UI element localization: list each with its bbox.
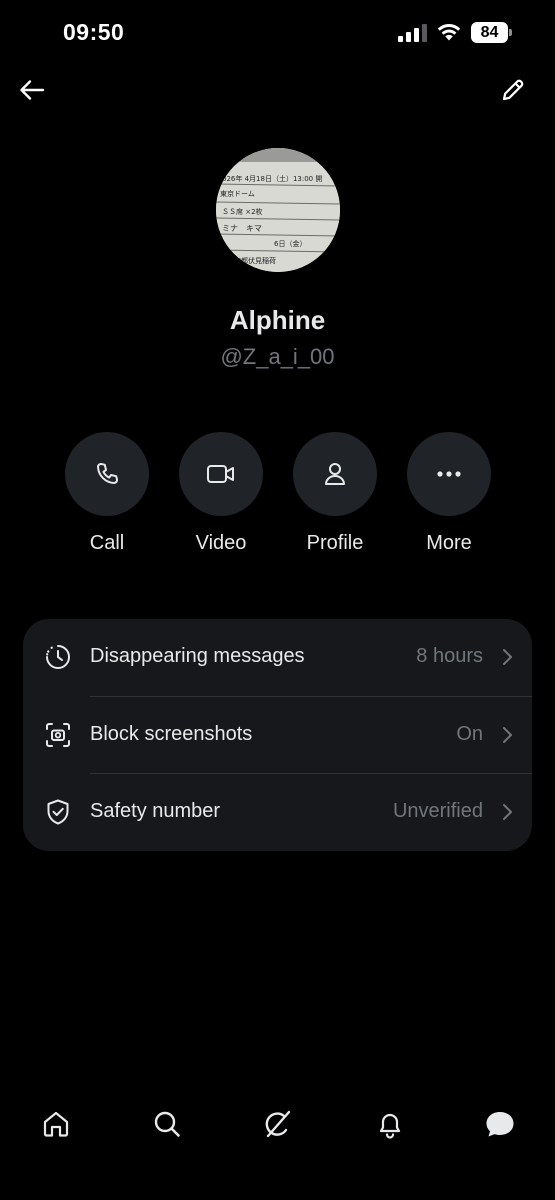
- call-label: Call: [89, 532, 125, 554]
- grok-icon: [265, 1110, 291, 1138]
- status-time: 09:50: [63, 19, 125, 45]
- search-icon: [154, 1111, 180, 1137]
- battery-indicator: 84: [471, 22, 513, 43]
- avatar[interactable]: 026年 4月18日（土）13:00 開 東京ドーム ＳＳ席 ×2枚 ミナ キマ…: [216, 148, 340, 272]
- phone-icon: [97, 463, 118, 484]
- status-bar: 09:50 84: [0, 0, 555, 66]
- block-screenshots-label: Block screenshots: [90, 723, 253, 745]
- camera-frame-icon: [46, 723, 70, 747]
- svg-text:東京ドーム: 東京ドーム: [220, 189, 255, 198]
- svg-text:ＳＳ席 ×2枚: ＳＳ席 ×2枚: [222, 207, 263, 216]
- nav-messages[interactable]: [482, 1106, 518, 1142]
- ticket-photo-avatar: 026年 4月18日（土）13:00 開 東京ドーム ＳＳ席 ×2枚 ミナ キマ…: [216, 148, 340, 272]
- timer-icon: [46, 645, 70, 669]
- wifi-icon: [437, 23, 461, 41]
- nav-grok[interactable]: [260, 1106, 296, 1142]
- chevron-right-icon: [503, 649, 512, 665]
- safety-number-row[interactable]: Safety number Unverified: [23, 774, 532, 851]
- profile-label: Profile: [306, 532, 364, 554]
- svg-text:ミナ キマ: ミナ キマ: [222, 224, 262, 233]
- safety-number-value: Unverified: [392, 800, 483, 822]
- video-camera-icon: [207, 465, 234, 483]
- disappearing-messages-row[interactable]: Disappearing messages 8 hours: [23, 619, 532, 696]
- chat-bubble-icon: [486, 1112, 514, 1137]
- arrow-left-icon: [20, 80, 45, 100]
- cellular-signal-icon: [398, 24, 427, 42]
- chevron-right-icon: [503, 804, 512, 820]
- block-screenshots-row[interactable]: Block screenshots On: [23, 697, 532, 774]
- chevron-right-icon: [503, 727, 512, 743]
- nav-search[interactable]: [149, 1106, 185, 1142]
- call-circle[interactable]: [65, 432, 149, 516]
- svg-text:6日（金）: 6日（金）: [274, 239, 306, 248]
- video-circle[interactable]: [179, 432, 263, 516]
- more-button[interactable]: More: [407, 432, 491, 554]
- svg-text:026年 4月18日（土）13:00 開: 026年 4月18日（土）13:00 開: [222, 174, 322, 183]
- safety-number-label: Safety number: [90, 800, 221, 822]
- profile-circle[interactable]: [293, 432, 377, 516]
- battery-level: 84: [471, 22, 508, 43]
- edit-button[interactable]: [495, 72, 531, 108]
- call-button[interactable]: Call: [65, 432, 149, 554]
- bell-icon: [379, 1113, 401, 1139]
- conversation-settings: Disappearing messages 8 hours Block scre…: [23, 619, 532, 851]
- shield-check-icon: [47, 799, 69, 825]
- disappearing-messages-value: 8 hours: [416, 645, 483, 667]
- video-label: Video: [195, 532, 247, 554]
- more-circle[interactable]: [407, 432, 491, 516]
- battery-tip: [509, 29, 512, 36]
- pencil-icon: [502, 79, 524, 101]
- disappearing-messages-label: Disappearing messages: [90, 645, 305, 667]
- nav-home[interactable]: [38, 1106, 74, 1142]
- home-icon: [43, 1111, 69, 1137]
- back-button[interactable]: [14, 72, 50, 108]
- nav-notifications[interactable]: [372, 1106, 408, 1142]
- display-name: Alphine: [229, 305, 326, 335]
- more-label: More: [426, 532, 472, 554]
- video-button[interactable]: Video: [179, 432, 263, 554]
- profile-button[interactable]: Profile: [293, 432, 377, 554]
- user-handle: @Z_a_i_00: [220, 344, 335, 369]
- bottom-navigation: [0, 1090, 555, 1160]
- more-dots-icon: [437, 471, 461, 477]
- svg-text:京都伏見稲荷: 京都伏見稲荷: [234, 256, 276, 265]
- block-screenshots-value: On: [456, 723, 483, 745]
- person-icon: [325, 463, 345, 485]
